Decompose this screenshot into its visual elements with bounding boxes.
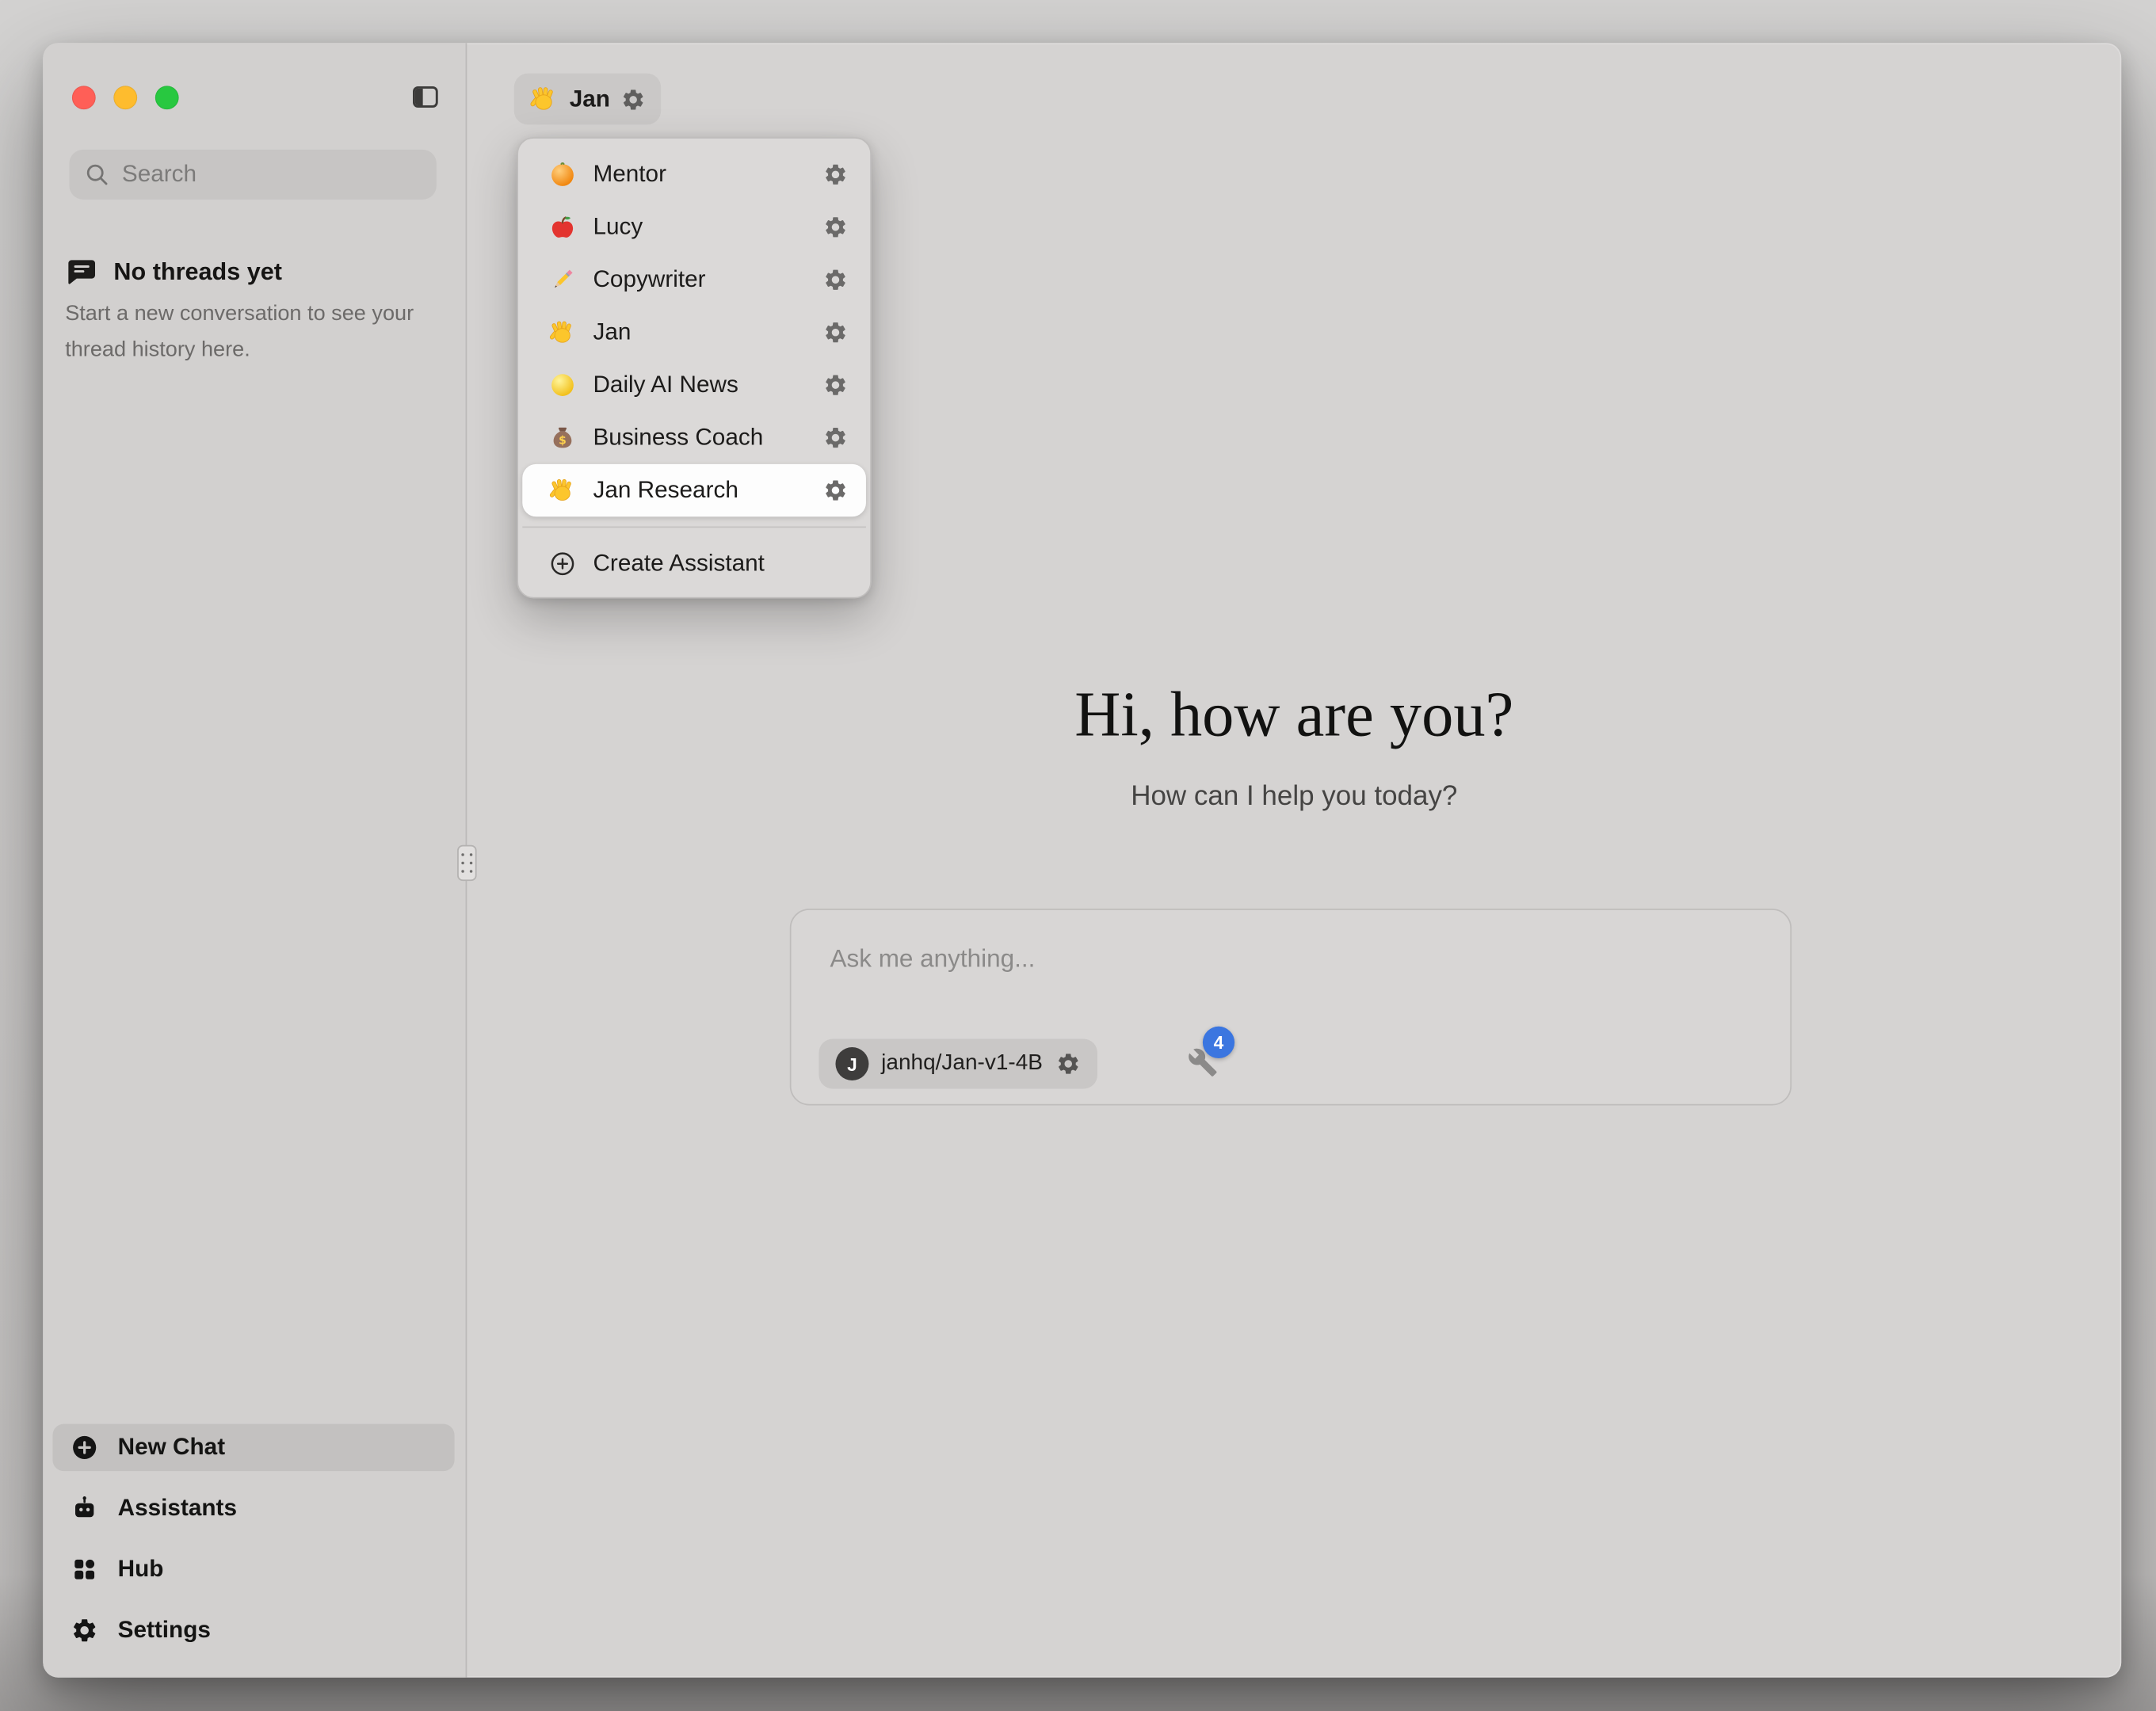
gear-icon (823, 478, 848, 502)
assistant-gear-button[interactable] (823, 320, 848, 345)
create-assistant-button[interactable]: Create Assistant (522, 538, 866, 590)
pencil-icon (548, 266, 576, 294)
sidebar-panel-icon (409, 82, 442, 112)
orange-circle-icon (548, 161, 576, 189)
assistant-menu-item-jan-research[interactable]: Jan Research (522, 464, 866, 516)
assistant-menu-item-daily-ai-news[interactable]: Daily AI News (522, 359, 866, 411)
grid-icon (71, 1556, 98, 1583)
gear-icon (823, 215, 848, 239)
gear-icon (823, 425, 848, 450)
assistant-name: Daily AI News (593, 372, 738, 399)
menu-separator (522, 527, 866, 528)
close-window-button[interactable] (71, 86, 95, 109)
waving-hand-icon (548, 318, 576, 346)
assistant-name: Mentor (593, 161, 666, 189)
model-name: janhq/Jan-v1-4B (881, 1051, 1043, 1076)
assistant-gear-button[interactable] (823, 215, 848, 239)
gear-icon[interactable] (1055, 1051, 1080, 1076)
create-assistant-label: Create Assistant (593, 550, 764, 577)
tools-count-badge: 4 (1203, 1027, 1234, 1058)
waving-hand-icon (529, 85, 559, 114)
waving-hand-icon (548, 477, 576, 505)
money-bag-icon (548, 424, 576, 452)
gear-icon (823, 268, 848, 292)
message-input[interactable] (827, 943, 1692, 975)
sidebar-item-label: Settings (118, 1617, 211, 1644)
model-selector-button[interactable]: J janhq/Jan-v1-4B (819, 1039, 1097, 1089)
main-area: Jan Mentor Lucy Copy (467, 43, 2121, 1677)
zoom-window-button[interactable] (155, 86, 178, 109)
assistant-name: Jan Research (593, 477, 738, 505)
assistant-selector-button[interactable]: Jan (514, 74, 662, 125)
sidebar-item-label: New Chat (118, 1434, 225, 1461)
gear-icon (823, 320, 848, 345)
current-assistant-name: Jan (570, 86, 610, 113)
assistant-gear-button[interactable] (823, 425, 848, 450)
sidebar-nav: New Chat Assistants Hub Settings (52, 1424, 454, 1668)
plus-circle-outline-icon (548, 550, 576, 577)
sidebar-toggle-button[interactable] (409, 82, 442, 112)
empty-state-title: No threads yet (113, 257, 282, 286)
assistant-gear-button[interactable] (823, 372, 848, 397)
assistant-name: Jan (593, 318, 631, 346)
assistant-menu-item-lucy[interactable]: Lucy (522, 201, 866, 253)
chat-bubble-icon (67, 257, 97, 287)
plus-circle-icon (71, 1434, 98, 1461)
apple-icon (548, 213, 576, 241)
gear-icon (823, 162, 848, 187)
assistant-name: Business Coach (593, 424, 763, 452)
sidebar-item-assistants[interactable]: Assistants (52, 1485, 454, 1532)
yellow-circle-icon (548, 372, 576, 399)
empty-state-header: No threads yet (67, 257, 282, 287)
desktop: No threads yet Start a new conversation … (0, 0, 2156, 1711)
sidebar-item-label: Hub (118, 1556, 164, 1583)
greeting: Hi, how are you? How can I help you toda… (467, 679, 2121, 814)
gear-icon[interactable] (621, 86, 646, 111)
assistant-gear-button[interactable] (823, 478, 848, 502)
search-field (69, 150, 436, 200)
assistant-name: Copywriter (593, 266, 705, 294)
assistant-menu-item-mentor[interactable]: Mentor (522, 148, 866, 200)
assistant-gear-button[interactable] (823, 268, 848, 292)
window-controls (71, 86, 178, 109)
search-input[interactable] (69, 150, 436, 200)
sidebar-item-new-chat[interactable]: New Chat (52, 1424, 454, 1471)
chat-composer: J janhq/Jan-v1-4B 4 (790, 909, 1792, 1105)
assistant-name: Lucy (593, 213, 643, 241)
assistant-menu-item-business-coach[interactable]: Business Coach (522, 411, 866, 463)
greeting-title: Hi, how are you? (467, 679, 2121, 751)
robot-icon (71, 1495, 98, 1522)
sidebar: No threads yet Start a new conversation … (43, 43, 465, 1677)
assistant-menu-item-copywriter[interactable]: Copywriter (522, 253, 866, 306)
gear-icon (71, 1617, 98, 1644)
sidebar-item-hub[interactable]: Hub (52, 1546, 454, 1593)
sidebar-item-label: Assistants (118, 1495, 237, 1522)
assistant-menu-item-jan[interactable]: Jan (522, 306, 866, 358)
app-window: No threads yet Start a new conversation … (43, 43, 2121, 1677)
minimize-window-button[interactable] (113, 86, 137, 109)
gear-icon (823, 372, 848, 397)
model-avatar: J (835, 1047, 868, 1080)
search-icon (83, 161, 111, 189)
greeting-subtitle: How can I help you today? (467, 781, 2121, 813)
assistant-dropdown-menu: Mentor Lucy Copywriter (517, 137, 872, 598)
sidebar-item-settings[interactable]: Settings (52, 1607, 454, 1654)
empty-state-description: Start a new conversation to see your thr… (65, 296, 414, 368)
assistant-gear-button[interactable] (823, 162, 848, 187)
